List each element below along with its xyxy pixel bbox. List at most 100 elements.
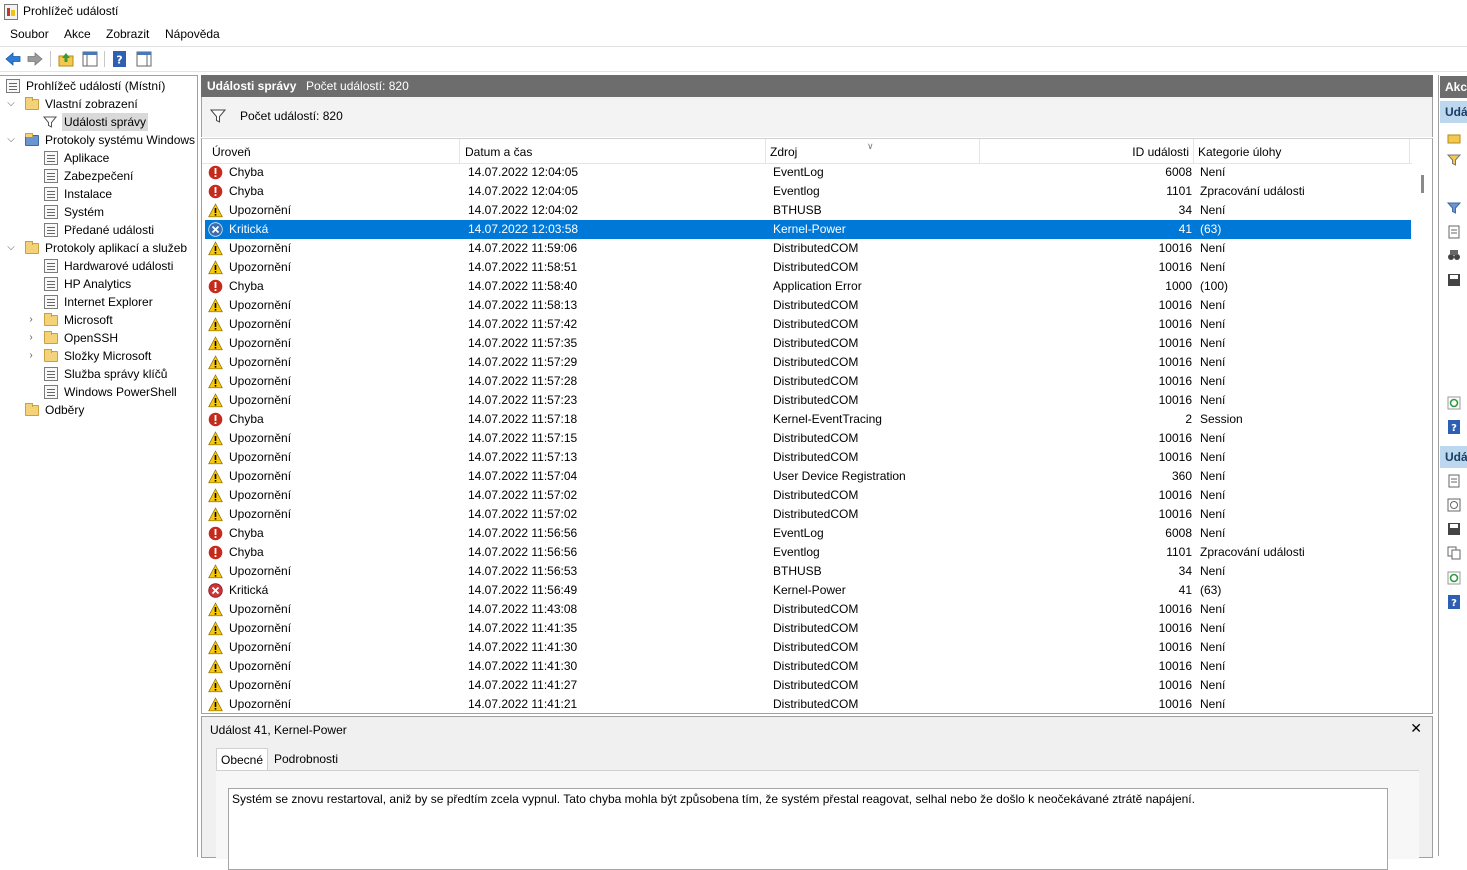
chevron-right-icon[interactable]: ›: [26, 347, 36, 365]
panel-title: Události správy: [207, 79, 297, 93]
save-selected-events-icon[interactable]: [1447, 522, 1461, 536]
column-header-date-time[interactable]: Datum a čas ∨: [461, 139, 874, 163]
table-row[interactable]: Upozornění 14.07.2022 11:59:06 Distributed…: [205, 239, 1411, 258]
cell-event-id: 10016: [1158, 697, 1192, 711]
filter-icon[interactable]: [1447, 201, 1461, 215]
find-binoculars-icon[interactable]: [1447, 248, 1461, 262]
tab-details[interactable]: Podrobnosti: [270, 748, 342, 770]
folder-up-icon[interactable]: [57, 50, 75, 68]
table-row[interactable]: Upozornění 14.07.2022 11:43:08 Distributed…: [205, 600, 1411, 619]
table-row[interactable]: Upozornění 14.07.2022 11:57:28 Distributed…: [205, 372, 1411, 391]
table-row[interactable]: Upozornění 14.07.2022 12:04:02 BTHUSB 34 Nen…: [205, 201, 1411, 220]
table-row[interactable]: Upozornění 14.07.2022 11:41:30 Distributed…: [205, 657, 1411, 676]
menu-akce[interactable]: Akce: [64, 26, 91, 42]
table-row[interactable]: Upozornění 14.07.2022 11:57:04 User Device…: [205, 467, 1411, 486]
table-row[interactable]: Upozornění 14.07.2022 11:41:21 Distributed…: [205, 695, 1411, 713]
error-icon: [208, 545, 223, 560]
create-custom-view-icon[interactable]: [1447, 153, 1461, 167]
properties-icon[interactable]: [1447, 225, 1461, 239]
warning-icon: [208, 640, 223, 655]
cell-level: Upozornění: [229, 640, 292, 654]
table-row[interactable]: Upozornění 14.07.2022 11:41:35 Distributed…: [205, 619, 1411, 638]
tab-content: Systém se znovu restartoval, aniž by se …: [216, 770, 1419, 870]
open-folder-icon[interactable]: [1447, 131, 1461, 145]
cell-task-category: Není: [1200, 336, 1226, 350]
table-row[interactable]: Upozornění 14.07.2022 11:57:42 Distributed…: [205, 315, 1411, 334]
event-properties-icon[interactable]: [1447, 474, 1461, 488]
chevron-down-icon[interactable]: ⌵: [6, 95, 16, 113]
cell-source: DistributedCOM: [773, 488, 859, 502]
table-row[interactable]: Chyba 14.07.2022 11:58:40 Application Erro…: [205, 277, 1411, 296]
table-row[interactable]: Upozornění 14.07.2022 11:57:13 Distributed…: [205, 448, 1411, 467]
chevron-down-icon[interactable]: ⌵: [6, 131, 16, 149]
show-hide-pane-icon[interactable]: [135, 50, 153, 68]
error-icon: [208, 412, 223, 427]
cell-event-id: 10016: [1158, 507, 1192, 521]
table-row[interactable]: Upozornění 14.07.2022 11:41:30 Distributed…: [205, 638, 1411, 657]
close-icon[interactable]: ✕: [1410, 720, 1422, 737]
cell-date-time: 14.07.2022 11:58:51: [468, 260, 578, 274]
column-header-event-id[interactable]: ID události: [980, 139, 1194, 163]
help-icon[interactable]: ?: [111, 50, 129, 68]
table-row[interactable]: Upozornění 14.07.2022 11:57:02 Distributed…: [205, 505, 1411, 524]
table-row[interactable]: Kritická 14.07.2022 11:56:49 Kernel-Power 4…: [205, 581, 1411, 600]
filter-icon[interactable]: [210, 108, 226, 124]
save-icon[interactable]: [1447, 273, 1461, 287]
cell-date-time: 14.07.2022 11:41:30: [468, 640, 578, 654]
chevron-right-icon[interactable]: ›: [26, 311, 36, 329]
column-header-level[interactable]: Úroveň: [208, 139, 460, 163]
table-row[interactable]: Chyba 14.07.2022 11:56:56 EventLog 6008 Není: [205, 524, 1411, 543]
table-row[interactable]: Chyba 14.07.2022 12:04:05 EventLog 6008 Není: [205, 163, 1411, 182]
cell-task-category: Není: [1200, 678, 1226, 692]
cell-event-id: 10016: [1158, 336, 1192, 350]
refresh-icon[interactable]: [1447, 396, 1461, 410]
column-header-task-category[interactable]: Kategorie úlohy: [1194, 139, 1410, 163]
scrollbar-thumb[interactable]: [1421, 175, 1424, 193]
menu-soubor[interactable]: Soubor: [10, 26, 49, 42]
column-header-source[interactable]: Zdroj: [766, 139, 980, 163]
table-row[interactable]: Chyba 14.07.2022 12:04:05 Eventlog 1101 Zpra…: [205, 182, 1411, 201]
copy-icon[interactable]: [1447, 546, 1461, 560]
vertical-scrollbar[interactable]: [1413, 163, 1432, 713]
table-row[interactable]: Upozornění 14.07.2022 11:57:29 Distributed…: [205, 353, 1411, 372]
table-row[interactable]: Chyba 14.07.2022 11:57:18 Kernel-EventTrac…: [205, 410, 1411, 429]
refresh-icon[interactable]: [1447, 571, 1461, 585]
table-row[interactable]: Upozornění 14.07.2022 11:58:13 Distributed…: [205, 296, 1411, 315]
cell-level: Upozornění: [229, 298, 292, 312]
table-row[interactable]: Kritická 14.07.2022 12:03:58 Kernel-Power 4…: [205, 220, 1411, 239]
menu-zobrazit[interactable]: Zobrazit: [106, 26, 149, 42]
actions-section-selected-event[interactable]: Udá: [1440, 446, 1467, 468]
menu-napoveda[interactable]: Nápověda: [165, 26, 220, 42]
cell-date-time: 14.07.2022 11:57:18: [468, 412, 578, 426]
table-row[interactable]: Upozornění 14.07.2022 11:57:35 Distributed…: [205, 334, 1411, 353]
tab-general[interactable]: Obecné: [216, 748, 269, 771]
table-row[interactable]: Upozornění 14.07.2022 11:57:15 Distributed…: [205, 429, 1411, 448]
table-row[interactable]: Chyba 14.07.2022 11:56:56 Eventlog 1101 Zpra…: [205, 543, 1411, 562]
warning-icon: [208, 564, 223, 579]
table-row[interactable]: Upozornění 14.07.2022 11:58:51 Distributed…: [205, 258, 1411, 277]
log-icon: [44, 223, 58, 237]
folder-icon: [44, 313, 58, 326]
table-row[interactable]: Upozornění 14.07.2022 11:57:23 Distributed…: [205, 391, 1411, 410]
table-row[interactable]: Upozornění 14.07.2022 11:41:27 Distributed…: [205, 676, 1411, 695]
cell-event-id: 10016: [1158, 260, 1192, 274]
properties-pane-icon[interactable]: [81, 50, 99, 68]
cell-level: Upozornění: [229, 241, 292, 255]
table-row[interactable]: Upozornění 14.07.2022 11:56:53 BTHUSB 34 Nen…: [205, 562, 1411, 581]
forward-arrow-icon[interactable]: [26, 50, 44, 68]
help-icon[interactable]: ?: [1447, 420, 1461, 434]
actions-section-administrative-events[interactable]: Udá: [1440, 101, 1467, 123]
filter-bar: Počet událostí: 820: [201, 97, 1433, 137]
chevron-down-icon[interactable]: ⌵: [6, 239, 16, 257]
back-arrow-icon[interactable]: [4, 50, 22, 68]
cell-date-time: 14.07.2022 11:57:04: [468, 469, 578, 483]
event-message-box[interactable]: Systém se znovu restartoval, aniž by se …: [228, 788, 1388, 870]
attach-task-icon[interactable]: [1447, 498, 1461, 512]
cell-event-id: 10016: [1158, 640, 1192, 654]
cell-event-id: 34: [1178, 203, 1192, 217]
cell-source: Kernel-EventTracing: [773, 412, 882, 426]
cell-event-id: 10016: [1158, 298, 1192, 312]
table-row[interactable]: Upozornění 14.07.2022 11:57:02 Distributed…: [205, 486, 1411, 505]
chevron-right-icon[interactable]: ›: [26, 329, 36, 347]
help-icon[interactable]: ?: [1447, 595, 1461, 609]
